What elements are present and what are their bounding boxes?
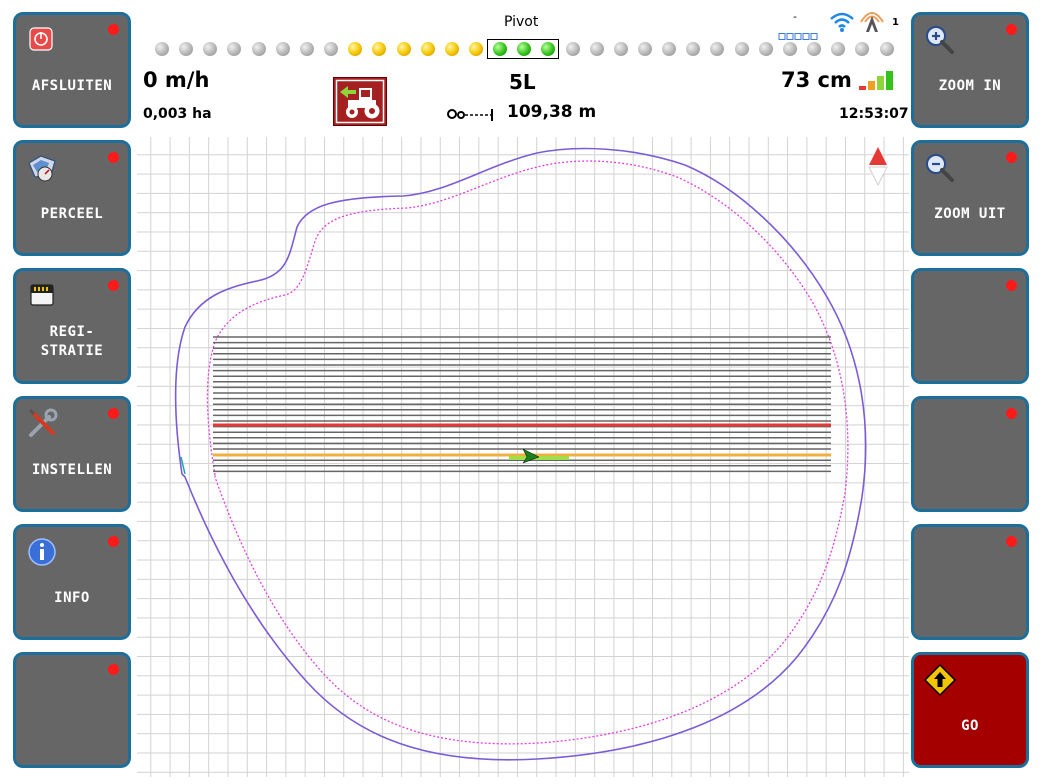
pivot-led (420, 42, 435, 56)
wifi-icon (829, 11, 855, 37)
field-map[interactable] (137, 137, 909, 777)
north-arrow-icon[interactable] (867, 145, 889, 191)
signal-bar (886, 71, 893, 90)
pivot-led (879, 42, 894, 56)
status-led (108, 152, 119, 163)
pivot-led (493, 42, 508, 56)
info-label: INFO (54, 589, 90, 606)
pivot-led (662, 42, 677, 56)
empty-right-button-1[interactable] (911, 268, 1029, 384)
status-led (1006, 536, 1017, 547)
gnss-antenna-icon (858, 8, 886, 38)
empty-right-label (914, 431, 1026, 509)
status-led (108, 24, 119, 35)
signal-bars-icon (859, 64, 905, 94)
info-button[interactable]: INFO (13, 524, 131, 640)
afsluiten-label: AFSLUITEN (31, 77, 113, 94)
status-led (1006, 280, 1017, 291)
pivot-led (686, 42, 701, 56)
implement-distance-readout: 109,38 m (507, 102, 597, 122)
status-bar: Pivot 0 m/h 0,003 ha 5L 109,38 m 73 cm 1… (137, 0, 909, 134)
status-led (1006, 152, 1017, 163)
pivot-led (275, 42, 290, 56)
status-led (1006, 24, 1017, 35)
pivot-led (396, 42, 411, 56)
pivot-led (324, 42, 339, 56)
registratie-label: REGI- STRATIE (40, 324, 104, 359)
pivot-label: Pivot (504, 14, 539, 30)
pivot-led (807, 42, 822, 56)
pivot-led (638, 42, 652, 56)
pivot-led (855, 42, 870, 56)
pivot-led (782, 42, 797, 56)
pivot-led (758, 42, 773, 56)
time-readout: 12:53:07 (839, 106, 909, 122)
pivot-led (565, 42, 580, 56)
instellen-label: INSTELLEN (31, 461, 113, 478)
pivot-led (179, 42, 194, 56)
empty-right-button-2[interactable] (911, 396, 1029, 512)
pivot-led (227, 42, 242, 56)
go-label: GO (961, 717, 979, 734)
signal-bar (877, 76, 884, 90)
status-led (108, 536, 119, 547)
pivot-led (251, 42, 266, 56)
guide-lines (213, 336, 831, 473)
empty-right-label (914, 559, 1026, 637)
empty-left-button[interactable] (13, 652, 131, 768)
signal-bar (895, 66, 902, 90)
signal-bar (868, 81, 875, 90)
signal-bar (859, 86, 866, 90)
zoom-out-label: ZOOM UIT (934, 205, 1006, 222)
pivot-led (831, 42, 846, 56)
pivot-led (734, 42, 749, 56)
pivot-led (613, 42, 628, 56)
pivot-led (372, 42, 387, 56)
pivot-led (203, 42, 218, 56)
zoom-out-button[interactable]: ZOOM UIT (911, 140, 1029, 256)
empty-right-label (914, 303, 1026, 381)
zoom-in-button[interactable]: ZOOM IN (911, 12, 1029, 128)
pivot-led-bar (152, 39, 894, 60)
tractor-icon (335, 79, 385, 124)
zoom-in-label: ZOOM IN (938, 77, 1002, 94)
lane-readout: 5L (509, 70, 536, 94)
tractor-mode-button[interactable] (333, 77, 387, 126)
pivot-led (348, 42, 363, 56)
status-led (108, 280, 119, 291)
speed-readout: 0 m/h (143, 68, 210, 92)
area-readout: 0,003 ha (143, 106, 212, 122)
empty-right-button-3[interactable] (911, 524, 1029, 640)
satellite-count: 1 (892, 17, 899, 28)
status-led (108, 664, 119, 675)
pivot-led (444, 42, 459, 56)
implement-icon (447, 104, 497, 126)
instellen-button[interactable]: INSTELLEN (13, 396, 131, 512)
afsluiten-button[interactable]: AFSLUITEN (13, 12, 131, 128)
status-led (108, 408, 119, 419)
perceel-label: PERCEEL (40, 205, 104, 222)
satellite-dash: - (793, 10, 797, 23)
go-button[interactable]: GO (911, 652, 1029, 768)
pivot-led (589, 42, 604, 56)
pivot-led (299, 42, 314, 56)
accuracy-readout: 73 cm (781, 68, 852, 92)
registratie-button[interactable]: REGI- STRATIE (13, 268, 131, 384)
pivot-led (710, 42, 725, 56)
pivot-led (468, 42, 483, 56)
empty-left-label (16, 687, 128, 765)
perceel-button[interactable]: PERCEEL (13, 140, 131, 256)
status-led (1006, 408, 1017, 419)
pivot-led (155, 42, 169, 56)
